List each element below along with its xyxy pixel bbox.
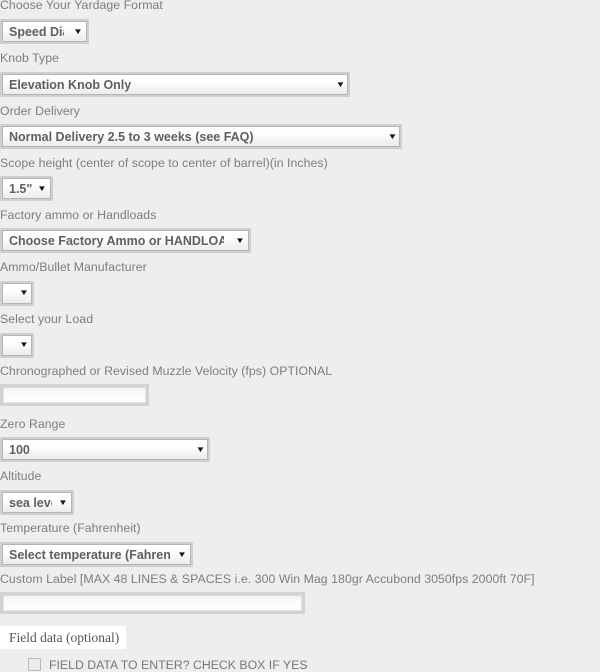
select-altitude-frame[interactable]: sea level ▼ [0,490,74,515]
label-order-delivery: Order Delivery [0,104,80,118]
select-temperature-value: Select temperature (Fahrenheit) [9,547,170,562]
select-altitude[interactable]: sea level ▼ [0,490,74,515]
select-temperature-control[interactable]: Select temperature (Fahrenheit) ▼ [2,544,191,565]
field-yardage-format: Choose Your Yardage Format [0,0,163,12]
label-zero-range: Zero Range [0,417,66,431]
input-muzzle-velocity-wrap[interactable] [0,384,149,411]
select-scope-height-value: 1.5" [9,181,33,196]
field-scope-height: Scope height (center of scope to center … [0,156,328,170]
chevron-down-icon: ▼ [235,235,245,245]
chevron-down-icon: ▼ [19,288,29,297]
select-zero-range-frame[interactable]: 100 ▼ [0,437,210,462]
label-ammo-type: Factory ammo or Handloads [0,208,157,222]
field-ammo-type: Factory ammo or Handloads [0,208,156,222]
field-ammo-manufacturer: Ammo/Bullet Manufacturer [0,260,147,274]
field-knob-type: Knob Type [0,51,59,65]
label-knob-type: Knob Type [0,51,60,65]
chevron-down-icon: ▼ [387,131,398,141]
select-knob-type[interactable]: Elevation Knob Only ▼ [0,72,350,97]
field-load: Select your Load [0,312,93,326]
field-zero-range: Zero Range [0,417,65,431]
select-ammo-manufacturer-control[interactable]: ▼ [2,282,32,304]
select-order-delivery[interactable]: Normal Delivery 2.5 to 3 weeks (see FAQ)… [0,124,402,149]
chevron-down-icon: ▼ [177,549,187,559]
select-order-delivery-value: Normal Delivery 2.5 to 3 weeks (see FAQ) [9,129,254,144]
select-load[interactable]: ▼ [0,332,34,358]
chevron-down-icon: ▼ [37,183,47,193]
select-scope-height-frame[interactable]: 1.5" ▼ [0,176,53,201]
select-ammo-type-control[interactable]: Choose Factory Ammo or HANDLOADS ▼ [2,230,249,251]
select-yardage-format[interactable]: Speed Dial ▼ [0,19,89,44]
field-muzzle-velocity: Chronographed or Revised Muzzle Velocity… [0,364,332,378]
select-yardage-format-frame[interactable]: Speed Dial ▼ [0,19,89,44]
select-ammo-type-frame[interactable]: Choose Factory Ammo or HANDLOADS ▼ [0,228,251,253]
select-load-frame[interactable]: ▼ [0,332,34,358]
field-data-fieldset: Field data (optional) [0,626,600,649]
select-altitude-value: sea level [9,495,52,510]
select-order-delivery-control[interactable]: Normal Delivery 2.5 to 3 weeks (see FAQ)… [2,126,400,147]
select-altitude-control[interactable]: sea level ▼ [2,492,72,513]
muzzle-velocity-input[interactable] [3,387,146,403]
label-scope-height: Scope height (center of scope to center … [0,156,328,170]
select-scope-height-control[interactable]: 1.5" ▼ [2,178,51,199]
select-zero-range[interactable]: 100 ▼ [0,437,210,462]
field-custom-label: Custom Label [MAX 48 LINES & SPACES i.e.… [0,572,535,586]
chevron-down-icon: ▼ [19,340,29,349]
label-temperature: Temperature (Fahrenheit) [0,521,141,535]
select-ammo-type[interactable]: Choose Factory Ammo or HANDLOADS ▼ [0,228,251,253]
chevron-down-icon: ▼ [195,444,206,454]
select-ammo-manufacturer-frame[interactable]: ▼ [0,280,34,306]
chevron-down-icon: ▼ [335,79,346,89]
select-temperature[interactable]: Select temperature (Fahrenheit) ▼ [0,542,193,567]
label-load: Select your Load [0,312,94,326]
input-custom-label-frame[interactable] [0,592,305,614]
select-knob-type-frame[interactable]: Elevation Knob Only ▼ [0,72,350,97]
select-knob-type-control[interactable]: Elevation Knob Only ▼ [2,74,348,95]
label-altitude: Altitude [0,469,42,483]
field-data-checkbox[interactable] [28,658,41,671]
custom-label-input[interactable] [3,595,302,611]
select-yardage-format-control[interactable]: Speed Dial ▼ [2,21,87,42]
select-temperature-frame[interactable]: Select temperature (Fahrenheit) ▼ [0,542,193,567]
select-yardage-format-value: Speed Dial [9,24,64,39]
field-data-checkbox-row[interactable]: FIELD DATA TO ENTER? CHECK BOX IF YES [28,658,308,672]
label-yardage-format: Choose Your Yardage Format [0,0,163,12]
label-custom-label: Custom Label [MAX 48 LINES & SPACES i.e.… [0,572,535,586]
field-data-legend: Field data (optional) [0,626,127,649]
select-ammo-type-value: Choose Factory Ammo or HANDLOADS [9,233,225,248]
label-ammo-manufacturer: Ammo/Bullet Manufacturer [0,260,147,274]
label-muzzle-velocity: Chronographed or Revised Muzzle Velocity… [0,364,333,378]
select-zero-range-control[interactable]: 100 ▼ [2,439,208,460]
select-load-control[interactable]: ▼ [2,334,32,356]
select-zero-range-value: 100 [9,442,30,457]
field-data-checkbox-label: FIELD DATA TO ENTER? CHECK BOX IF YES [49,658,308,672]
chevron-down-icon: ▼ [73,26,83,36]
select-knob-type-value: Elevation Knob Only [9,77,132,92]
select-order-delivery-frame[interactable]: Normal Delivery 2.5 to 3 weeks (see FAQ)… [0,124,402,149]
field-temperature: Temperature (Fahrenheit) [0,521,141,535]
field-order-delivery: Order Delivery [0,104,80,118]
input-custom-label-wrap[interactable] [0,592,305,619]
select-ammo-manufacturer[interactable]: ▼ [0,280,34,306]
chevron-down-icon: ▼ [58,497,68,507]
input-muzzle-velocity-frame[interactable] [0,384,149,406]
order-form: Choose Your Yardage Format Speed Dial ▼ … [0,0,600,672]
select-scope-height[interactable]: 1.5" ▼ [0,176,53,201]
field-altitude: Altitude [0,469,41,483]
